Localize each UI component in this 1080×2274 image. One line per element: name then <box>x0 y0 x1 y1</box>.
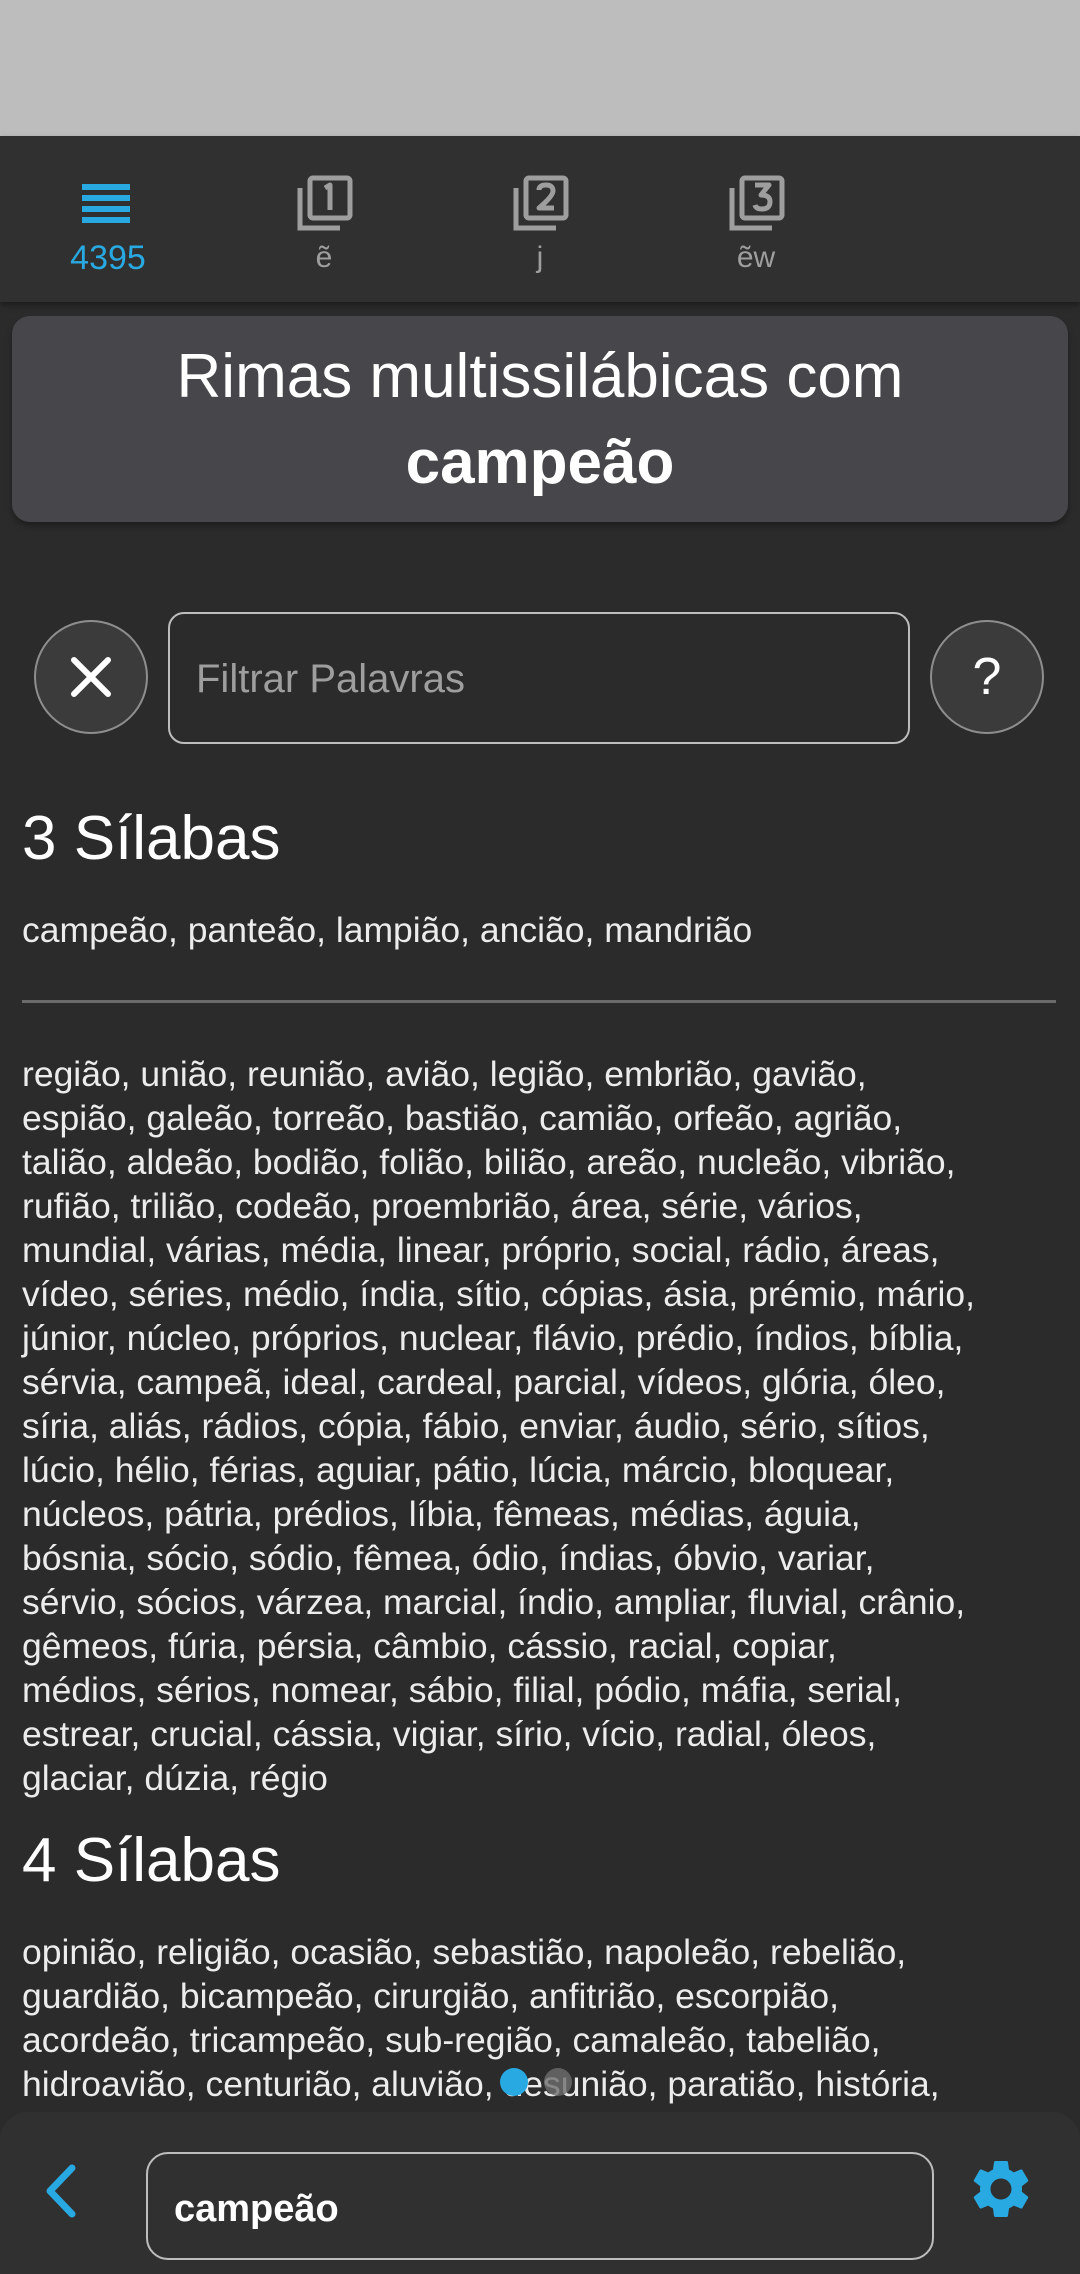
rhyme-line: acordeão, tricampeão, sub-região, camale… <box>22 2020 881 2060</box>
filter-1-icon <box>297 175 353 231</box>
rhyme-list: região, união, reunião, avião, legião, e… <box>22 1052 1062 1800</box>
tab-label: j <box>536 241 544 274</box>
section-heading: 3 Sílabas <box>22 804 281 873</box>
tab-label: ẽ <box>315 241 333 274</box>
rhyme-line: médios, sérios, nomear, sábio, filial, p… <box>22 1670 903 1710</box>
page-indicator <box>500 2068 580 2096</box>
rhyme-line: sérvia, campeã, ideal, cardeal, parcial,… <box>22 1362 946 1402</box>
tab-bar: 4395 ẽ j ẽw <box>0 136 1080 302</box>
search-word: campeão <box>405 428 675 497</box>
help-icon: ? <box>972 648 1002 706</box>
search-value: campeão <box>174 2188 339 2230</box>
tab-filter-1[interactable]: ẽ <box>254 136 394 302</box>
rhyme-line: talião, aldeão, bodião, folião, bilião, … <box>22 1142 956 1182</box>
title-card: Rimas multissilábicas com campeão <box>12 316 1068 522</box>
rhyme-line: núcleos, pátria, prédios, líbia, fêmeas,… <box>22 1494 861 1534</box>
status-bar <box>0 0 1080 136</box>
filter-2-icon <box>513 175 569 231</box>
filter-placeholder: Filtrar Palavras <box>196 657 465 701</box>
tab-label: ẽw <box>736 241 776 274</box>
divider <box>22 1000 1056 1003</box>
filter-3-icon <box>729 175 785 231</box>
bottom-bar: campeão <box>0 2112 1080 2274</box>
help-button[interactable]: ? <box>930 620 1044 734</box>
tab-label: 4395 <box>70 239 146 277</box>
rhyme-line: guardião, bicampeão, cirurgião, anfitriã… <box>22 1976 839 2016</box>
rhyme-line: gêmeos, fúria, pérsia, câmbio, cássio, r… <box>22 1626 837 1666</box>
back-arrow-icon[interactable] <box>26 2154 100 2228</box>
page-title: Rimas multissilábicas com <box>176 342 904 411</box>
top-rhymes-text: campeão, panteão, lampião, ancião, mandr… <box>22 910 753 950</box>
rhyme-line: júnior, núcleo, próprios, nuclear, flávi… <box>22 1318 964 1358</box>
page-dot <box>544 2068 572 2096</box>
rhyme-line: região, união, reunião, avião, legião, e… <box>22 1054 867 1094</box>
list-icon <box>82 184 130 223</box>
rhyme-line: lúcio, hélio, férias, aguiar, pátio, lúc… <box>22 1450 895 1490</box>
section-heading: 4 Sílabas <box>22 1826 281 1895</box>
rhyme-line: sérvio, sócios, várzea, marcial, índio, … <box>22 1582 966 1622</box>
rhyme-line: bósnia, sócio, sódio, fêmea, ódio, índia… <box>22 1538 875 1578</box>
clear-filter-button[interactable] <box>34 620 148 734</box>
gear-icon[interactable] <box>966 2154 1036 2224</box>
tab-all-rhymes[interactable]: 4395 <box>38 136 178 302</box>
rhyme-line: rufião, trilião, codeão, proembrião, áre… <box>22 1186 863 1226</box>
search-input[interactable]: campeão <box>146 2152 934 2260</box>
rhyme-line: vídeo, séries, médio, índia, sítio, cópi… <box>22 1274 976 1314</box>
rhyme-line: espião, galeão, torreão, bastião, camião… <box>22 1098 903 1138</box>
page-dot-active <box>500 2068 528 2096</box>
close-icon <box>71 657 111 697</box>
rhyme-line: mundial, várias, média, linear, próprio,… <box>22 1230 940 1270</box>
rhyme-line: opinião, religião, ocasião, sebastião, n… <box>22 1932 907 1972</box>
tab-filter-2[interactable]: j <box>470 136 610 302</box>
rhyme-line: estrear, crucial, cássia, vigiar, sírio,… <box>22 1714 877 1754</box>
filter-words-input[interactable]: Filtrar Palavras <box>168 612 910 744</box>
rhyme-line: glaciar, dúzia, régio <box>22 1758 328 1798</box>
tab-filter-3[interactable]: ẽw <box>686 136 826 302</box>
rhyme-line: síria, aliás, rádios, cópia, fábio, envi… <box>22 1406 930 1446</box>
